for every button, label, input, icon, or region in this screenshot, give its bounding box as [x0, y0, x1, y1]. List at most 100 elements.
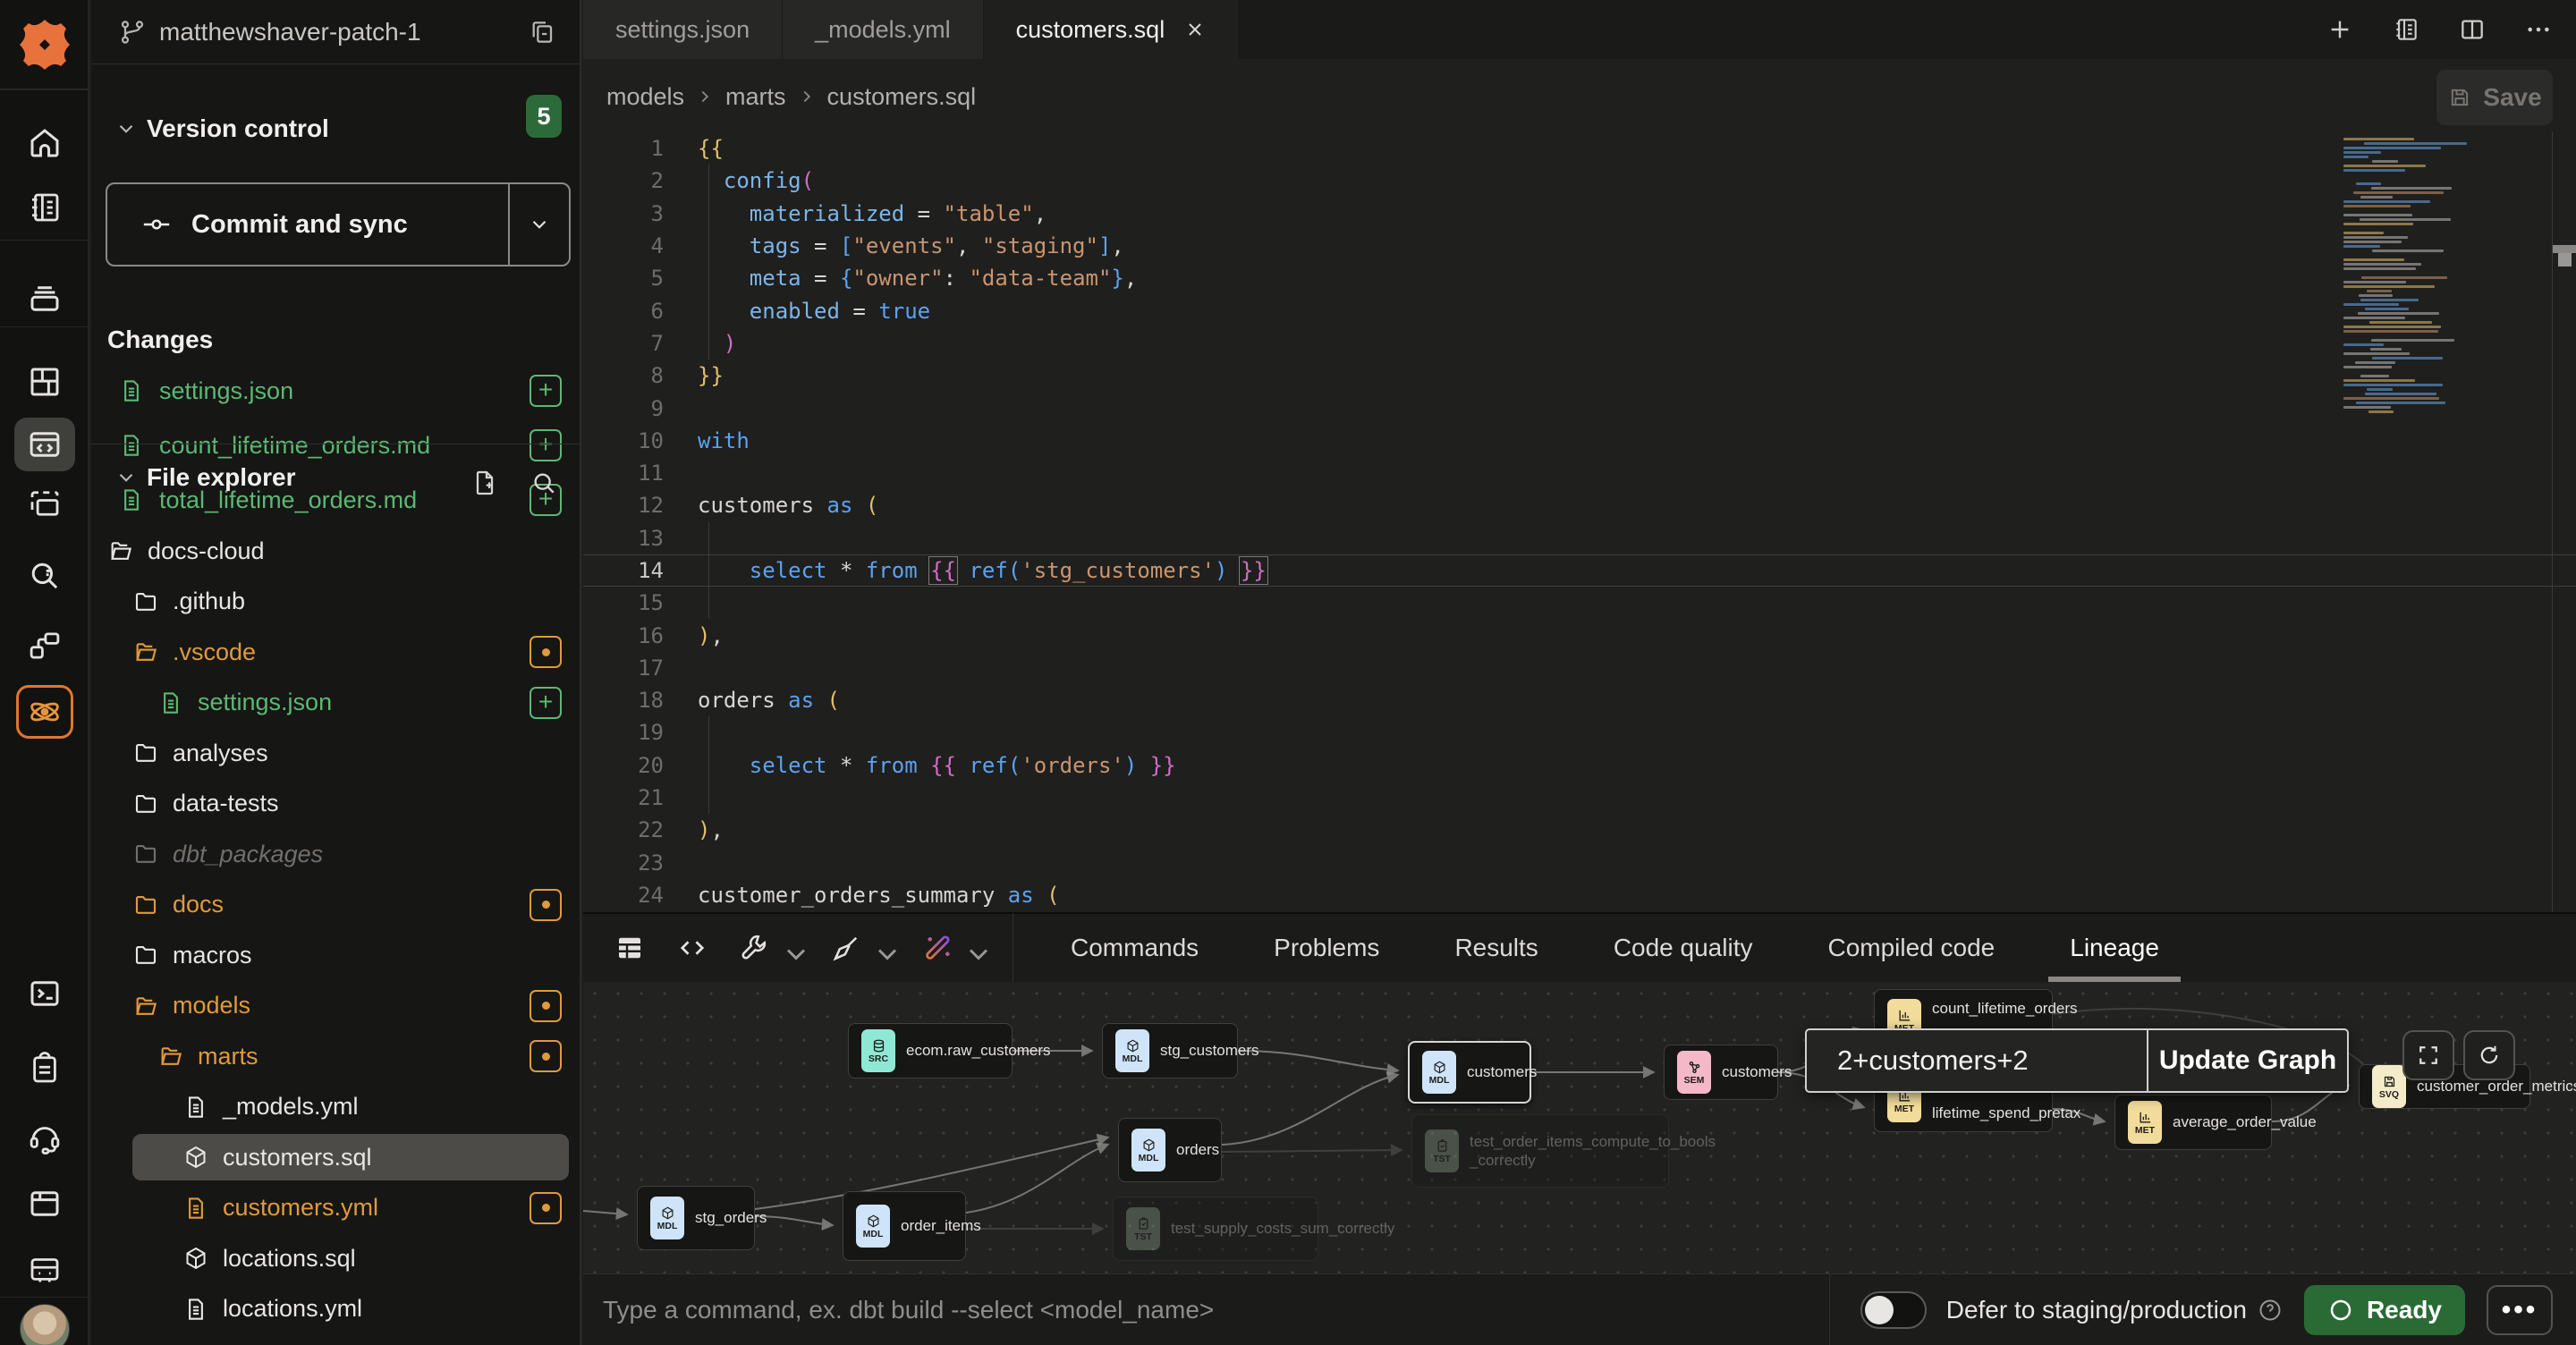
lineage-query-input[interactable]: 2+customers+2 [1807, 1030, 2147, 1091]
editor-tab-customers-sql[interactable]: customers.sql [984, 0, 1240, 59]
tree-item-data-tests[interactable]: data-tests [91, 779, 581, 829]
code-icon[interactable] [676, 932, 708, 964]
commit-and-sync-button[interactable]: Commit and sync [106, 182, 571, 266]
panel-tab-problems[interactable]: Problems [1236, 913, 1417, 983]
lineage-node-average-order-value[interactable]: METaverage_order_value [2114, 1095, 2272, 1150]
lineage-fullscreen-button[interactable] [2402, 1030, 2454, 1080]
lineage-node-test-order-items-compute-to-bools[interactable]: TSTtest_order_items_compute_to_bools _co… [1411, 1114, 1669, 1188]
tree-item--vscode[interactable]: .vscode [91, 627, 581, 677]
tree-item-models[interactable]: models [91, 981, 581, 1031]
user-avatar[interactable] [20, 1304, 70, 1345]
more-options-icon[interactable] [2524, 15, 2553, 44]
file-explorer-header[interactable]: File explorer [114, 463, 296, 492]
code-line-6[interactable]: 6 enabled = true [583, 294, 2576, 326]
lineage-node-customers[interactable]: MDLcustomers [1408, 1041, 1531, 1104]
code-line-18[interactable]: 18orders as ( [583, 684, 2576, 716]
results-table-icon[interactable] [614, 932, 646, 964]
format-broom-icon[interactable] [830, 932, 891, 964]
tree-item-dbt-packages[interactable]: dbt_packages [91, 829, 581, 879]
lineage-node-test-supply-costs-sum-correctly[interactable]: TSTtest_supply_costs_sum_correctly [1113, 1197, 1318, 1261]
lineage-node-orders[interactable]: MDLorders [1118, 1118, 1222, 1182]
rail-item-clipboard[interactable] [0, 1040, 89, 1097]
rail-item-codewin[interactable] [0, 416, 89, 473]
lineage-node-customers[interactable]: SEMcustomers [1664, 1045, 1778, 1100]
code-line-17[interactable]: 17 [583, 652, 2576, 684]
rail-item-frame[interactable] [0, 475, 89, 532]
code-line-8[interactable]: 8}} [583, 360, 2576, 392]
rail-item-notebook[interactable] [0, 179, 89, 236]
lineage-node-order-items[interactable]: MDLorder_items [843, 1191, 966, 1261]
changed-file-row[interactable]: settings.json+ [91, 365, 581, 417]
lineage-node-stg-orders[interactable]: MDLstg_orders [637, 1186, 755, 1250]
rail-item-robot[interactable] [0, 1240, 89, 1298]
panel-tab-code-quality[interactable]: Code quality [1576, 913, 1791, 983]
version-control-header[interactable]: Version control [114, 114, 329, 143]
rail-item-grid[interactable] [0, 353, 89, 410]
rail-item-atom[interactable] [0, 683, 89, 740]
code-line-2[interactable]: 2 config( [583, 165, 2576, 197]
tree-item--github[interactable]: .github [91, 577, 581, 627]
command-input[interactable]: Type a command, ex. dbt build --select <… [603, 1296, 1214, 1324]
defer-toggle[interactable] [1860, 1291, 1927, 1329]
more-actions-button[interactable]: ••• [2487, 1285, 2553, 1335]
tree-item-settings-json[interactable]: settings.json+ [91, 678, 581, 728]
lineage-node-stg-customers[interactable]: MDLstg_customers [1102, 1023, 1238, 1079]
code-line-3[interactable]: 3 materialized = "table", [583, 198, 2576, 230]
dbt-logo[interactable] [0, 0, 89, 89]
rail-item-browser[interactable] [0, 1175, 89, 1232]
commit-dropdown-button[interactable] [510, 213, 569, 236]
build-wrench-icon[interactable] [739, 932, 800, 964]
rail-item-search2[interactable] [0, 547, 89, 605]
code-line-23[interactable]: 23 [583, 847, 2576, 879]
help-question-icon[interactable] [2258, 1298, 2283, 1323]
panel-tab-lineage[interactable]: Lineage [2032, 913, 2197, 983]
tree-item-customers-sql[interactable]: customers.sql [91, 1132, 581, 1182]
ready-status-badge[interactable]: Ready [2304, 1285, 2465, 1335]
tree-item-docs-cloud[interactable]: docs-cloud [91, 526, 581, 576]
code-line-20[interactable]: 20 select * from {{ ref('orders') }} [583, 749, 2576, 782]
code-line-22[interactable]: 22), [583, 814, 2576, 846]
code-line-19[interactable]: 19 [583, 716, 2576, 749]
close-icon[interactable] [1184, 19, 1206, 40]
code-line-7[interactable]: 7 ) [583, 327, 2576, 360]
tree-item-marts[interactable]: marts [91, 1031, 581, 1081]
panel-tab-compiled-code[interactable]: Compiled code [1790, 913, 2032, 983]
rail-item-windows[interactable] [0, 617, 89, 674]
tree-item-locations-yml[interactable]: locations.yml [91, 1284, 581, 1334]
tree-item-docs[interactable]: docs [91, 880, 581, 930]
scrollbar-thumb[interactable] [2558, 253, 2572, 266]
breadcrumb-segment[interactable]: customers.sql [827, 83, 977, 111]
ai-fix-wand-icon[interactable] [921, 932, 982, 964]
code-editor[interactable]: 1{{2 config(3 materialized = "table",4 t… [583, 132, 2576, 912]
code-line-1[interactable]: 1{{ [583, 132, 2576, 165]
code-line-10[interactable]: 10with [583, 425, 2576, 457]
tree-item-analyses[interactable]: analyses [91, 728, 581, 778]
new-tab-icon[interactable] [2326, 15, 2354, 44]
editor-tab--models-yml[interactable]: _models.yml [783, 0, 984, 59]
new-file-icon[interactable] [470, 469, 499, 497]
lineage-graph[interactable]: SRCecom.raw_customers MDLstg_customers MDL… [583, 982, 2576, 1273]
code-line-16[interactable]: 16), [583, 619, 2576, 651]
code-line-5[interactable]: 5 meta = {"owner": "data-team"}, [583, 262, 2576, 294]
code-line-21[interactable]: 21 [583, 782, 2576, 814]
tree-item-locations-sql[interactable]: locations.sql [91, 1233, 581, 1283]
save-button[interactable]: Save [2436, 70, 2553, 125]
rail-item-home[interactable] [0, 114, 89, 172]
tree-item--models-yml[interactable]: _models.yml [91, 1082, 581, 1132]
search-icon[interactable] [530, 469, 558, 497]
code-line-9[interactable]: 9 [583, 392, 2576, 424]
breadcrumb-segment[interactable]: marts [725, 83, 786, 111]
chevron-down-icon[interactable] [962, 938, 982, 958]
panel-tab-results[interactable]: Results [1417, 913, 1575, 983]
code-line-24[interactable]: 24customer_orders_summary as ( [583, 879, 2576, 911]
notebook-icon[interactable] [2392, 15, 2420, 44]
tree-item-macros[interactable]: macros [91, 930, 581, 980]
editor-tab-settings-json[interactable]: settings.json [583, 0, 783, 59]
update-graph-button[interactable]: Update Graph [2148, 1030, 2347, 1091]
rail-item-headset[interactable] [0, 1109, 89, 1166]
lineage-node-ecom-raw-customers[interactable]: SRCecom.raw_customers [848, 1023, 1013, 1079]
chevron-down-icon[interactable] [780, 938, 800, 958]
rail-item-drawer[interactable] [0, 270, 89, 327]
editor-minimap[interactable] [2343, 138, 2478, 415]
copy-icon[interactable] [528, 18, 556, 47]
